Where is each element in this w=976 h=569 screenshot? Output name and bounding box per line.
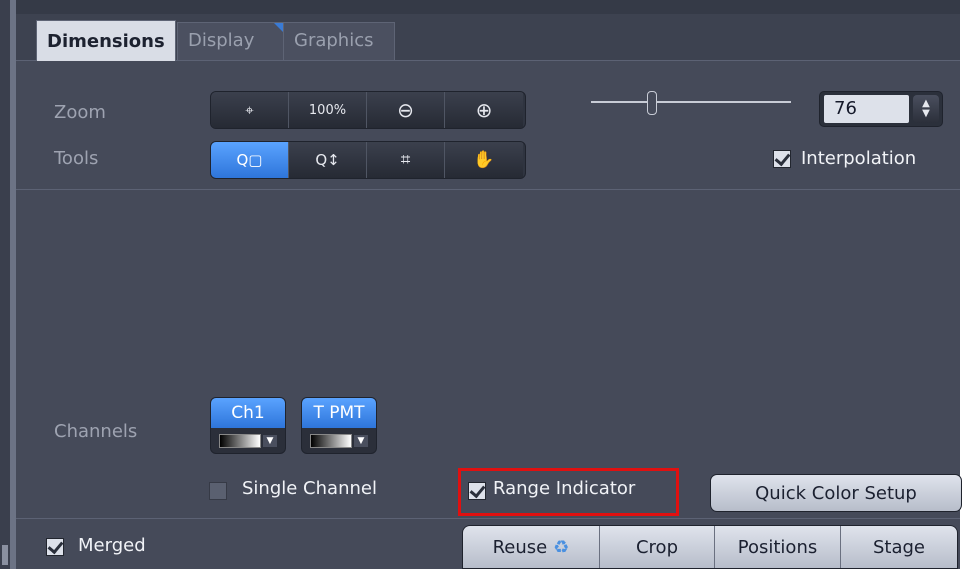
window-frame-notch	[2, 545, 8, 565]
tool-hand-button[interactable]: ✋	[445, 142, 523, 178]
zoom-label: Zoom	[54, 102, 106, 123]
positions-button[interactable]: Positions	[715, 526, 841, 568]
zoom-100-button[interactable]: 100%	[289, 92, 367, 128]
reuse-label: Reuse	[492, 536, 548, 558]
zoom-spinbox[interactable]: 76 ▲ ▼	[819, 91, 943, 127]
merged-label: Merged	[78, 535, 146, 556]
grid-icon: ⌗	[400, 150, 411, 170]
range-indicator-highlight-box	[458, 468, 679, 516]
tab-display[interactable]: Display	[177, 22, 284, 60]
fit-icon: ⌖	[245, 101, 254, 119]
window-frame-left	[0, 0, 10, 569]
zoom-vertical-icon: Q↕	[315, 151, 340, 169]
interpolation-label: Interpolation	[801, 148, 917, 169]
zoom-out-button[interactable]: ⊖	[367, 92, 445, 128]
lut-gradient-icon	[219, 433, 261, 448]
single-channel-label: Single Channel	[242, 478, 377, 499]
single-channel-checkbox[interactable]	[209, 482, 227, 500]
tab-graphics[interactable]: Graphics	[283, 22, 395, 60]
tab-display-label: Display	[188, 30, 255, 51]
zoom-100-icon: 100%	[308, 102, 347, 118]
quick-color-setup-button[interactable]: Quick Color Setup	[710, 474, 962, 512]
tools-label: Tools	[54, 148, 99, 169]
channels-label: Channels	[54, 421, 138, 442]
arrow-down-icon[interactable]: ▼	[922, 109, 930, 119]
crop-button[interactable]: Crop	[600, 526, 715, 568]
zoom-in-icon: ⊕	[475, 98, 493, 122]
stage-button[interactable]: Stage	[841, 526, 957, 568]
channel-ch1-lut[interactable]: ▼	[211, 428, 285, 453]
tool-zoom-rect-button[interactable]: Q▢	[211, 142, 289, 178]
channel-ch1-button[interactable]: Ch1 ▼	[210, 397, 286, 454]
interpolation-checkbox[interactable]	[773, 150, 791, 168]
zoom-button-group: ⌖ 100% ⊖ ⊕	[210, 91, 526, 129]
merged-checkbox[interactable]	[46, 538, 64, 556]
hand-icon: ✋	[473, 150, 495, 170]
section-divider-bottom	[16, 518, 960, 519]
tab-indicator-icon	[274, 23, 283, 32]
zoom-rect-icon: Q▢	[236, 151, 263, 169]
recycle-icon: ♻	[553, 536, 570, 558]
tools-button-group: Q▢ Q↕ ⌗ ✋	[210, 141, 526, 179]
channel-tpmt-lut[interactable]: ▼	[302, 428, 376, 453]
zoom-spin-arrows[interactable]: ▲ ▼	[913, 95, 939, 123]
lut-gradient-icon	[310, 433, 352, 448]
panel-top-strip	[16, 0, 960, 14]
reuse-button[interactable]: Reuse ♻	[463, 526, 600, 568]
zoom-fit-button[interactable]: ⌖	[211, 92, 289, 128]
tab-dimensions[interactable]: Dimensions	[36, 20, 176, 61]
zoom-out-icon: ⊖	[397, 98, 414, 122]
zoom-slider-track[interactable]	[591, 101, 791, 103]
channel-tpmt-label: T PMT	[302, 398, 376, 428]
channel-ch1-label: Ch1	[211, 398, 285, 428]
zoom-in-button[interactable]: ⊕	[445, 92, 523, 128]
section-divider-top	[16, 189, 960, 190]
chevron-down-icon[interactable]: ▼	[354, 434, 368, 447]
zoom-slider-thumb[interactable]	[647, 91, 657, 115]
chevron-down-icon[interactable]: ▼	[263, 434, 277, 447]
zoom-value-field[interactable]: 76	[824, 95, 909, 123]
tool-pan-grid-button[interactable]: ⌗	[367, 142, 445, 178]
channel-tpmt-button[interactable]: T PMT ▼	[301, 397, 377, 454]
tool-zoom-vertical-button[interactable]: Q↕	[289, 142, 367, 178]
bottom-button-bar: Reuse ♻ Crop Positions Stage	[462, 525, 958, 569]
